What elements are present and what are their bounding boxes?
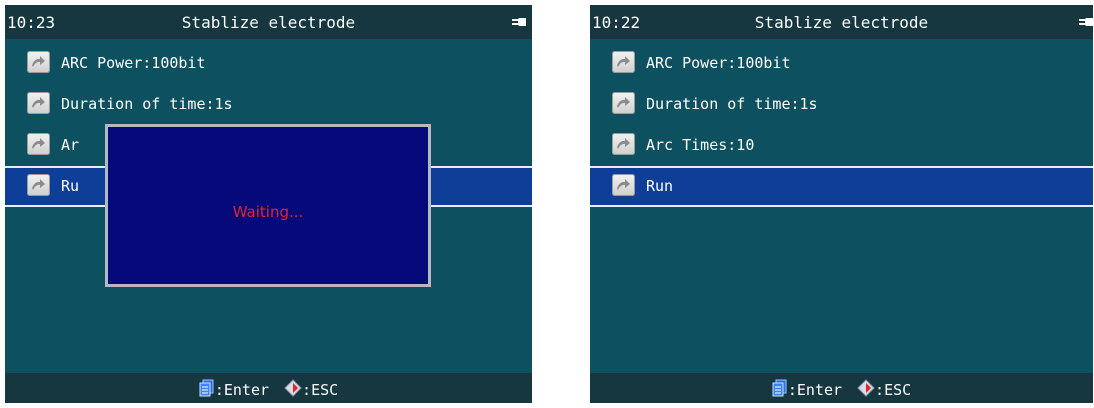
footer-bar: :Enter :ESC xyxy=(5,373,532,403)
menu-list: ARC Power:100bit Duration of time:1s Arc… xyxy=(590,43,1093,207)
waiting-dialog: Waiting... xyxy=(105,124,431,287)
enter-label: :Enter xyxy=(214,381,270,399)
arrow-icon xyxy=(612,174,635,196)
footer-bar: :Enter :ESC xyxy=(590,373,1093,403)
esc-icon[interactable] xyxy=(284,379,302,401)
arrow-icon xyxy=(612,51,635,73)
menu-item-label: Run xyxy=(646,177,674,195)
title-bar: 10:23 Stablize electrode xyxy=(5,5,532,39)
title-bar: 10:22 Stablize electrode xyxy=(590,5,1093,39)
menu-item-duration[interactable]: Duration of time:1s xyxy=(5,84,532,125)
enter-icon[interactable] xyxy=(772,379,788,401)
arrow-icon xyxy=(27,92,50,114)
menu-item-run[interactable]: Run xyxy=(590,166,1093,207)
arrow-icon xyxy=(27,133,50,155)
waiting-message: Waiting... xyxy=(232,203,304,221)
menu-item-arc-power[interactable]: ARC Power:100bit xyxy=(590,43,1093,84)
menu-item-label: Duration of time:1s xyxy=(646,95,818,113)
menu-item-arc-times[interactable]: Arc Times:10 xyxy=(590,125,1093,166)
menu-item-label: Ar xyxy=(61,136,80,154)
screen-title: Stablize electrode xyxy=(754,13,929,32)
plug-icon xyxy=(1079,18,1093,26)
menu-item-arc-power[interactable]: ARC Power:100bit xyxy=(5,43,532,84)
enter-icon[interactable] xyxy=(199,379,215,401)
esc-icon[interactable] xyxy=(857,379,875,401)
menu-item-label: Ru xyxy=(61,177,80,195)
menu-item-label: Arc Times:10 xyxy=(646,136,755,154)
screen-title: Stablize electrode xyxy=(181,13,356,32)
esc-label: :ESC xyxy=(875,381,912,399)
arrow-icon xyxy=(27,51,50,73)
enter-label: :Enter xyxy=(787,381,843,399)
menu-item-duration[interactable]: Duration of time:1s xyxy=(590,84,1093,125)
arrow-icon xyxy=(612,92,635,114)
menu-item-label: ARC Power:100bit xyxy=(646,54,791,72)
plug-icon xyxy=(512,18,526,26)
arrow-icon xyxy=(612,133,635,155)
menu-item-label: Duration of time:1s xyxy=(61,95,233,113)
arrow-icon xyxy=(27,174,50,196)
left-screen: 10:23 Stablize electrode ARC Power:100bi… xyxy=(5,5,532,403)
right-screen: 10:22 Stablize electrode ARC Power:100bi… xyxy=(590,5,1093,403)
menu-item-label: ARC Power:100bit xyxy=(61,54,206,72)
esc-label: :ESC xyxy=(302,381,339,399)
